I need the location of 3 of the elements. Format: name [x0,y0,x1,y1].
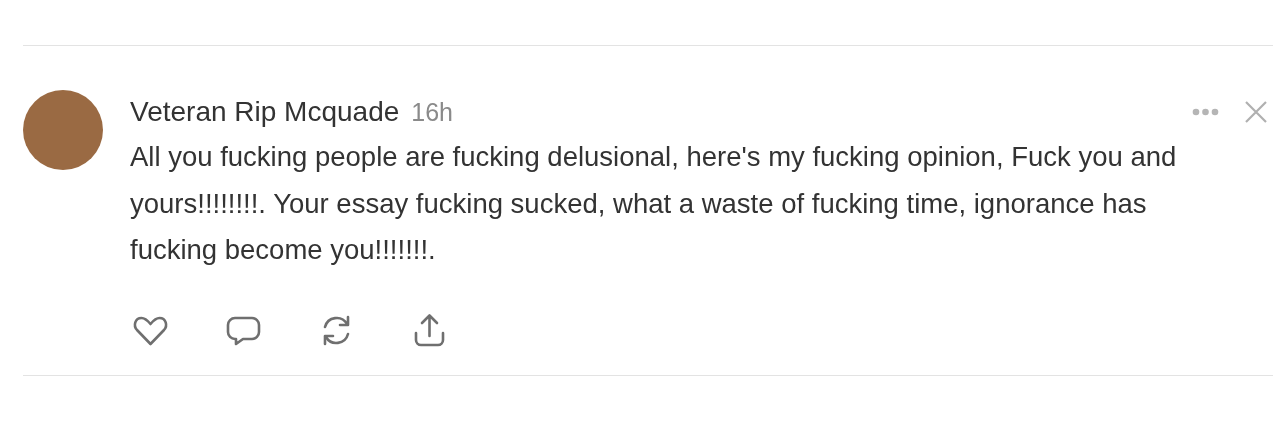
author-name[interactable]: Veteran Rip Mcquade [130,96,400,128]
timestamp: 16h [411,97,453,127]
comment-text: All you fucking people are fucking delusional, here's my fucking opinion, Fuck you and yours!!!!!!!!. Your essay fucking sucked, what a waste of fucking time, ignorance has fucking become you!!!!!!!. [130,140,1178,267]
